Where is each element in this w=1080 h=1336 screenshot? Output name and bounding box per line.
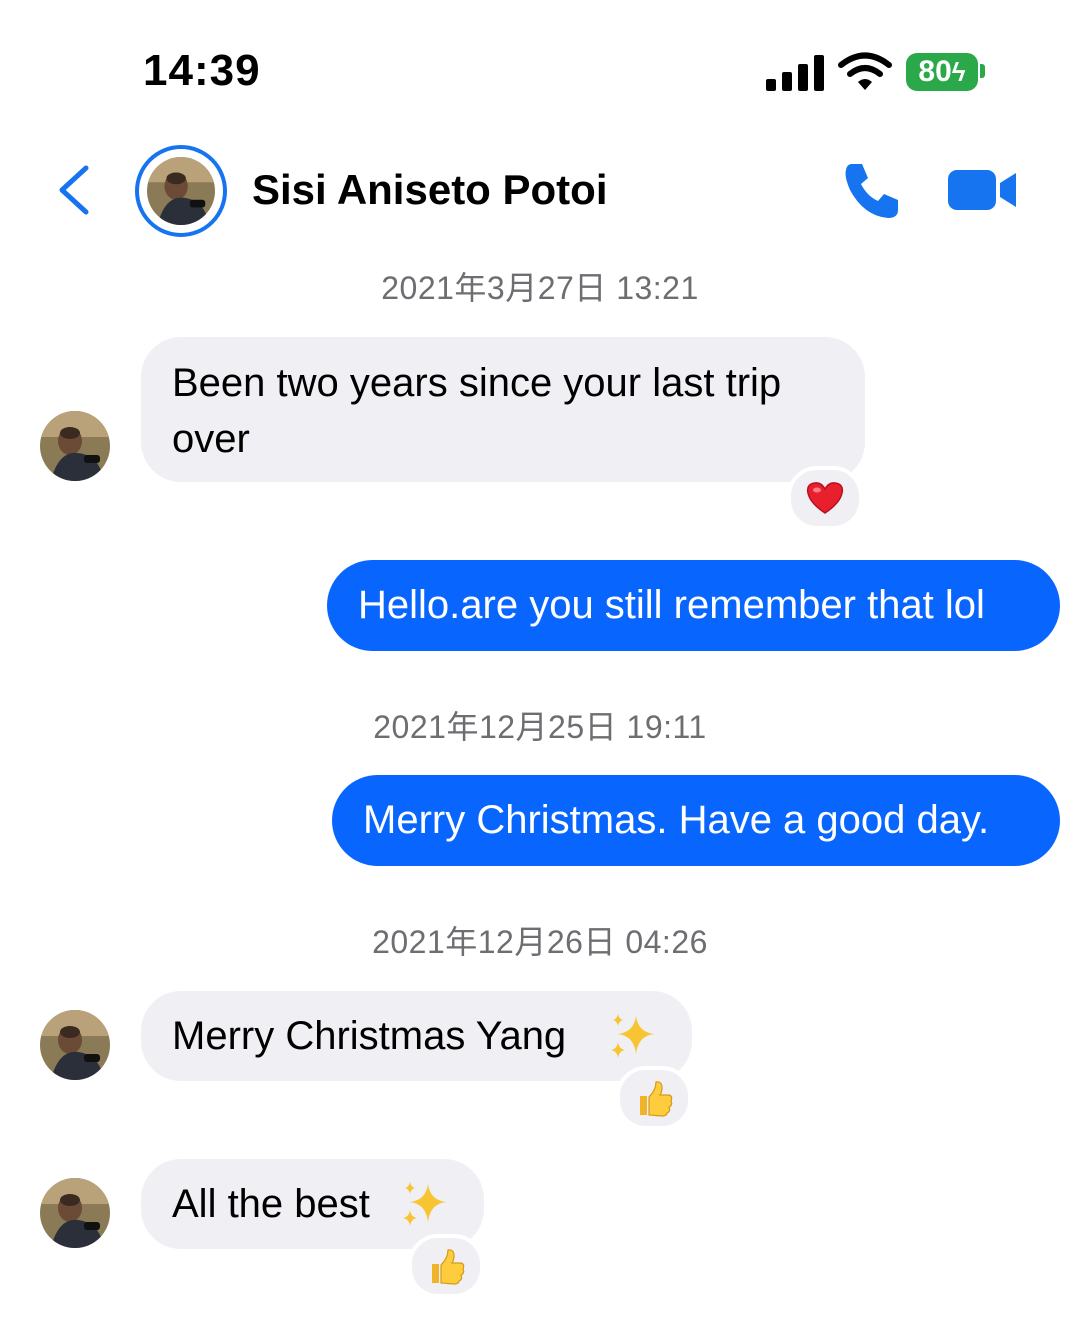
- thumbs-up-icon: [640, 1081, 673, 1117]
- video-camera-icon[interactable]: [946, 166, 1018, 214]
- message-text: All the best: [172, 1182, 370, 1226]
- sender-avatar[interactable]: [40, 411, 110, 481]
- message-timestamp: 2021年3月27日 13:21: [381, 270, 699, 306]
- phone-icon[interactable]: [842, 160, 902, 220]
- outgoing-message-bubble[interactable]: Merry Christmas. Have a good day.: [332, 775, 1060, 866]
- message-text: Hello.are you still remember that lol: [358, 583, 985, 627]
- back-chevron-icon[interactable]: [56, 164, 92, 216]
- message-timestamp: 2021年12月26日 04:26: [372, 924, 708, 960]
- battery-level: 80: [918, 55, 952, 88]
- cellular-signal-icon: [766, 55, 824, 91]
- battery-nub: [980, 64, 985, 78]
- heart-icon: [806, 482, 844, 514]
- message-text-line: over: [172, 417, 250, 461]
- contact-name[interactable]: Sisi Aniseto Potoi: [252, 166, 607, 214]
- thumbs-up-reaction[interactable]: [616, 1066, 692, 1130]
- message-text-line: Been two years since your last trip: [172, 361, 782, 405]
- sparkles-emoji-icon: [403, 1182, 446, 1226]
- incoming-message-bubble[interactable]: Been two years since your last trip over: [141, 337, 865, 482]
- outgoing-message-bubble[interactable]: Hello.are you still remember that lol: [327, 560, 1060, 651]
- thumbs-up-icon: [432, 1249, 465, 1285]
- sender-avatar[interactable]: [40, 1178, 110, 1248]
- message-text: Merry Christmas. Have a good day.: [363, 798, 990, 842]
- message-timestamp: 2021年12月25日 19:11: [373, 709, 707, 745]
- sparkles-emoji-icon: [611, 1014, 654, 1058]
- sender-avatar[interactable]: [40, 1010, 110, 1080]
- status-time: 14:39: [143, 46, 261, 95]
- thumbs-up-reaction[interactable]: [408, 1234, 484, 1298]
- contact-avatar[interactable]: [147, 157, 215, 225]
- wifi-icon: [838, 52, 892, 90]
- message-text: Merry Christmas Yang: [172, 1014, 567, 1058]
- battery-indicator: 80ϟ: [906, 53, 978, 91]
- charging-bolt-icon: ϟ: [951, 57, 966, 87]
- heart-reaction[interactable]: [787, 466, 863, 530]
